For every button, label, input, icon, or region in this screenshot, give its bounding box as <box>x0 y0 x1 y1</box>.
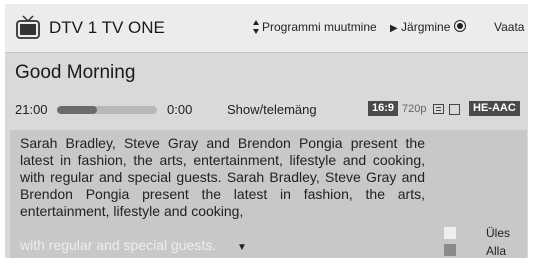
resolution-label: 720p <box>402 103 427 115</box>
header-bar: DTV 1 TV ONE Programmi muutmine ▶ Järgmi… <box>5 4 528 53</box>
blank-box-icon <box>449 104 460 115</box>
genre-label: Show/telemäng <box>227 102 317 117</box>
description-box[interactable]: Sarah Bradley, Steve Gray and Brendon Po… <box>10 130 527 258</box>
aspect-badge: 16:9 <box>368 101 399 116</box>
programme-progress-bar <box>57 106 157 114</box>
next-label: Järgmine <box>401 20 451 34</box>
progress-fill <box>57 106 97 114</box>
programme-title: Good Morning <box>15 62 136 83</box>
up-legend: Üles <box>486 226 511 240</box>
down-arrow-icon[interactable]: ▼ <box>237 242 247 253</box>
info-panel: DTV 1 TV ONE Programmi muutmine ▶ Järgmi… <box>5 4 528 258</box>
view-button[interactable]: Vaata <box>494 20 524 34</box>
up-key-swatch <box>444 227 456 239</box>
radio-dot-icon <box>453 20 466 32</box>
tv-icon <box>16 15 40 39</box>
down-key-swatch <box>444 244 456 256</box>
description-faded-line: with regular and special guests. <box>20 237 217 253</box>
end-time: 0:00 <box>167 102 193 117</box>
down-legend: Alla <box>486 244 507 258</box>
start-time: 21:00 <box>15 102 48 117</box>
audio-badge: HE-AAC <box>469 101 520 116</box>
next-button[interactable]: ▶ Järgmine <box>390 20 466 34</box>
description-text: Sarah Bradley, Steve Gray and Brendon Po… <box>20 135 425 219</box>
change-programme-label: Programmi muutmine <box>262 20 377 34</box>
channel-name: DTV 1 TV ONE <box>49 18 165 37</box>
change-programme-button[interactable]: Programmi muutmine <box>249 20 377 34</box>
subtitle-icon <box>433 104 444 114</box>
programme-info-row: 21:00 0:00 Show/telemäng 16:9 720p HE-AA… <box>15 100 533 120</box>
play-icon: ▶ <box>390 23 398 34</box>
